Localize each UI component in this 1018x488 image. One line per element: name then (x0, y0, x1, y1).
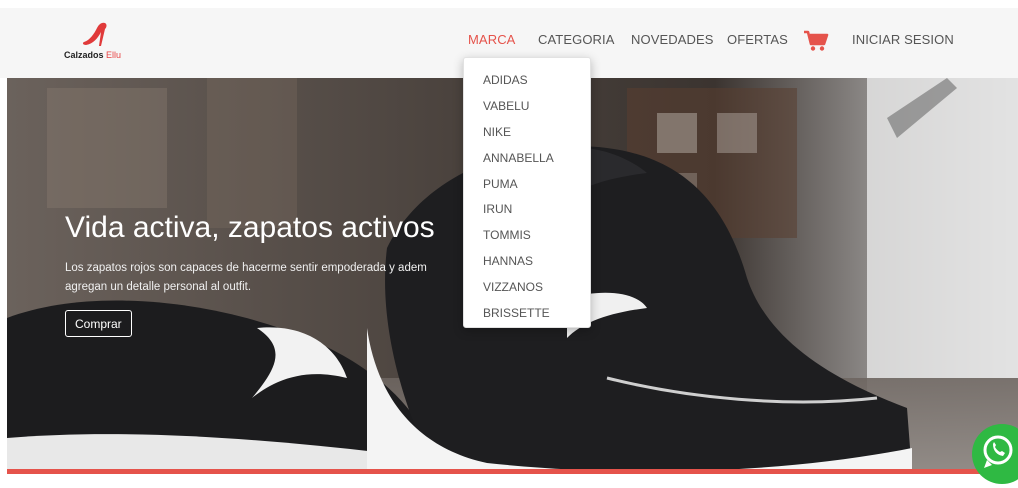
brand-name: Calzados Ellu (64, 50, 122, 60)
dropdown-item-hannas[interactable]: HANNAS (464, 249, 590, 275)
dropdown-item-adidas[interactable]: ADIDAS (464, 68, 590, 94)
nav-iniciar-sesion[interactable]: INICIAR SESION (852, 32, 954, 47)
buy-button[interactable]: Comprar (65, 310, 132, 337)
dropdown-item-brissette[interactable]: BRISSETTE (464, 301, 590, 327)
nav-marca[interactable]: MARCA (468, 32, 515, 47)
whatsapp-icon[interactable] (972, 424, 1018, 484)
accent-bar (7, 469, 1018, 474)
brand-dropdown-menu: ADIDAS VABELU NIKE ANNABELLA PUMA IRUN T… (463, 57, 591, 328)
nav-novedades[interactable]: NOVEDADES (631, 32, 714, 47)
dropdown-item-puma[interactable]: PUMA (464, 172, 590, 198)
hero-description: Los zapatos rojos son capaces de hacerme… (65, 259, 465, 297)
shopping-cart-icon[interactable] (803, 30, 829, 52)
brand-logo[interactable]: Calzados Ellu (64, 20, 124, 68)
dropdown-item-annabella[interactable]: ANNABELLA (464, 146, 590, 172)
nav-categoria[interactable]: CATEGORIA (538, 32, 615, 47)
hero-title: Vida activa, zapatos activos (65, 211, 435, 244)
high-heel-icon (82, 22, 107, 46)
nav-ofertas[interactable]: OFERTAS (727, 32, 788, 47)
dropdown-item-nike[interactable]: NIKE (464, 120, 590, 146)
hero-description-line-1: Los zapatos rojos son capaces de hacerme… (65, 262, 427, 274)
hero-description-line-2: agregan un detalle personal al outfit. (65, 281, 252, 293)
dropdown-item-vizzanos[interactable]: VIZZANOS (464, 275, 590, 301)
dropdown-item-irun[interactable]: IRUN (464, 197, 590, 223)
dropdown-item-tommis[interactable]: TOMMIS (464, 223, 590, 249)
dropdown-item-vabelu[interactable]: VABELU (464, 94, 590, 120)
